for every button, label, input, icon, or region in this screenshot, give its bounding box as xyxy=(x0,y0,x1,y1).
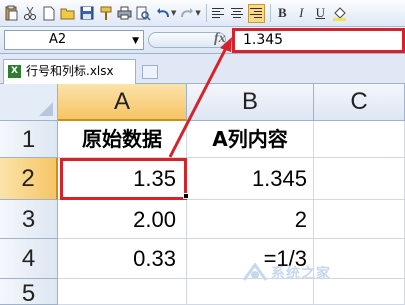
open-icon[interactable] xyxy=(59,4,76,23)
row-header-5[interactable]: 5 xyxy=(0,279,58,305)
bold-label: B xyxy=(277,5,287,20)
workbook-tab[interactable]: X 行号和列标.xlsx xyxy=(3,59,136,84)
print-icon[interactable] xyxy=(116,4,133,23)
formula-input[interactable]: 1.345 xyxy=(232,28,405,53)
watermark: 系统之家 xyxy=(242,262,331,284)
new-icon[interactable] xyxy=(40,4,57,23)
select-all-button[interactable] xyxy=(0,84,58,121)
align-center-icon[interactable] xyxy=(229,4,246,23)
save-icon[interactable] xyxy=(78,4,95,23)
formula-bar: A2 ▼ fx 1.345 xyxy=(0,27,405,54)
name-box[interactable]: A2 ▼ xyxy=(4,30,144,50)
new-workbook-tab-icon[interactable] xyxy=(142,65,158,79)
select-all-icon xyxy=(39,102,53,116)
formula-value: 1.345 xyxy=(243,32,284,48)
paste-icon[interactable] xyxy=(2,4,19,23)
underline-button[interactable]: U xyxy=(312,4,329,23)
name-box-value: A2 xyxy=(49,32,67,47)
workbook-tab-bar: X 行号和列标.xlsx xyxy=(0,54,405,84)
cell-a5[interactable] xyxy=(58,279,187,305)
column-header-b[interactable]: B xyxy=(187,84,314,121)
cell-c1[interactable] xyxy=(314,121,405,158)
row-header-2[interactable]: 2 xyxy=(0,158,58,200)
cell-b1[interactable]: A列内容 xyxy=(187,121,314,158)
undo-dropdown-icon[interactable]: ▼ xyxy=(171,9,176,17)
cell-a4[interactable]: 0.33 xyxy=(58,239,187,279)
fill-handle[interactable] xyxy=(183,193,189,199)
fill-color-icon[interactable] xyxy=(331,4,348,23)
cell-b3[interactable]: 2 xyxy=(187,200,314,239)
quick-access-toolbar: ▼ ▼ B I U xyxy=(0,0,405,27)
row-header-3[interactable]: 3 xyxy=(0,200,58,239)
row-header-4[interactable]: 4 xyxy=(0,239,58,279)
cell-b2[interactable]: 1.345 xyxy=(187,158,314,200)
align-left-icon[interactable] xyxy=(210,4,227,23)
redo-dropdown-icon[interactable]: ▼ xyxy=(195,9,200,17)
cell-c2[interactable] xyxy=(314,158,405,200)
italic-label: I xyxy=(299,5,304,20)
column-header-a[interactable]: A xyxy=(58,84,187,121)
italic-button[interactable]: I xyxy=(293,4,310,23)
worksheet-grid: A B C 1 2 3 4 5 原始数据 A列内容 1.35 1.345 2.0… xyxy=(0,84,405,305)
toolbar-separator xyxy=(269,4,271,22)
redo-icon[interactable] xyxy=(178,4,195,23)
watermark-text: 系统之家 xyxy=(271,266,331,282)
row-header-1[interactable]: 1 xyxy=(0,121,58,158)
workbook-tab-label: 行号和列标.xlsx xyxy=(26,64,114,78)
cell-a1[interactable]: 原始数据 xyxy=(58,121,187,158)
print-preview-icon[interactable] xyxy=(135,4,152,23)
underline-label: U xyxy=(315,5,325,20)
watermark-logo-icon xyxy=(242,262,268,284)
chevron-down-icon[interactable]: ▼ xyxy=(132,32,139,50)
bold-button[interactable]: B xyxy=(274,4,291,23)
toolbar-separator xyxy=(205,4,207,22)
excel-file-icon: X xyxy=(8,65,21,78)
active-cell-highlight xyxy=(60,158,187,200)
undo-icon[interactable] xyxy=(154,4,171,23)
format-painter-icon[interactable] xyxy=(97,4,114,23)
fx-icon[interactable]: fx xyxy=(214,31,226,47)
cut-icon[interactable] xyxy=(21,4,38,23)
cell-c3[interactable] xyxy=(314,200,405,239)
cell-a3[interactable]: 2.00 xyxy=(58,200,187,239)
align-right-icon[interactable] xyxy=(247,3,265,23)
column-header-c[interactable]: C xyxy=(314,84,405,121)
